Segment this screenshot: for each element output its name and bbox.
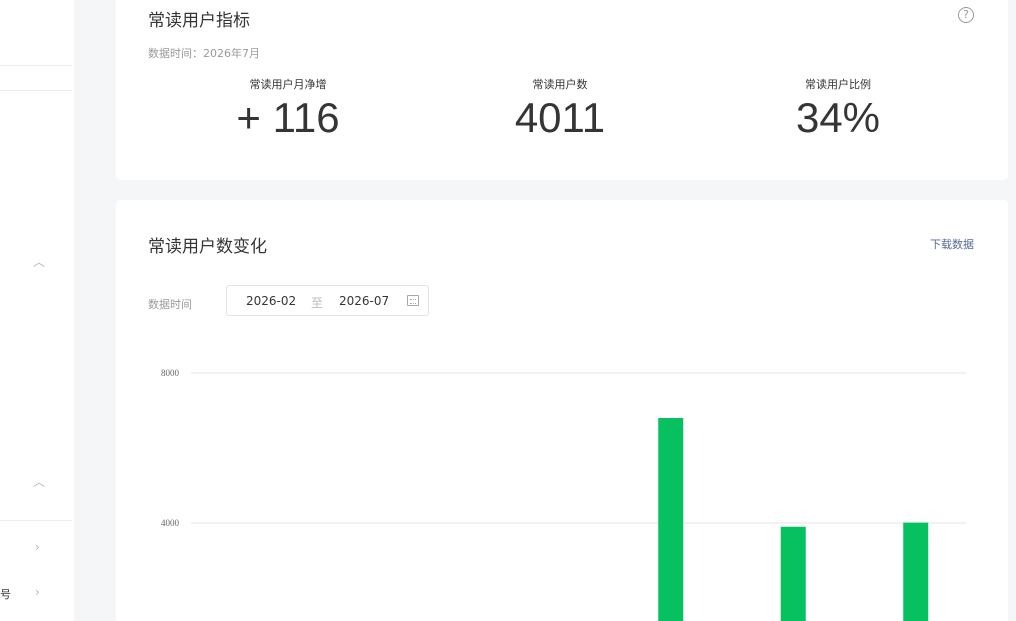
chevron-right-icon[interactable]: › (35, 541, 40, 553)
sidebar-divider (0, 65, 72, 66)
chevron-right-icon[interactable]: › (35, 586, 40, 598)
chevron-up-icon[interactable]: ︿ (33, 256, 45, 268)
metric-label: 常读用户数 (532, 78, 588, 91)
sidebar-divider (0, 520, 72, 521)
chart-card: 常读用户数变化 下载数据 数据时间 2026-02 至 2026-07 4000… (116, 200, 1008, 621)
help-icon[interactable]: ? (958, 7, 974, 23)
metric-net-growth: 常读用户月净增 + 116 (158, 76, 418, 142)
chart-bar[interactable] (903, 522, 929, 621)
metric-value: 4011 (514, 94, 606, 141)
sidebar-item-label[interactable]: 号 (0, 586, 11, 602)
metric-value: 34% (795, 94, 881, 141)
chart-bar[interactable] (780, 526, 806, 621)
metrics-title: 常读用户指标 (148, 11, 250, 31)
metric-label: 常读用户月净增 (249, 78, 327, 91)
data-time: 数据时间：2026年7月 (148, 47, 260, 60)
y-tick-label: 4000 (161, 518, 180, 528)
metrics-card: 常读用户指标 ? 数据时间：2026年7月 常读用户月净增 + 116 常读用户… (116, 0, 1008, 180)
metric-user-count: 常读用户数 4011 (430, 76, 690, 142)
sidebar-divider (0, 90, 72, 91)
metric-user-ratio: 常读用户比例 34% (708, 76, 968, 142)
y-tick-label: 8000 (161, 368, 180, 378)
sidebar: ︿ ︿ › 号 › (0, 0, 74, 621)
chevron-up-icon[interactable]: ︿ (33, 476, 45, 488)
bar-chart: 4000 8000 (161, 368, 966, 621)
metric-value: + 116 (236, 94, 340, 141)
chart-bar[interactable] (658, 418, 684, 621)
metric-label: 常读用户比例 (805, 78, 871, 91)
